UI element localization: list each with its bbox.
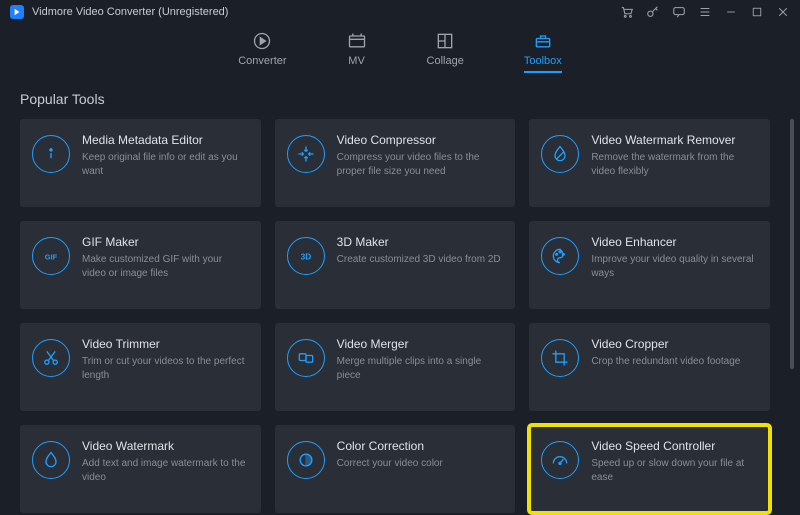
maximize-button[interactable] xyxy=(750,5,764,19)
svg-text:GIF: GIF xyxy=(45,252,58,261)
card-desc: Add text and image watermark to the vide… xyxy=(82,457,249,484)
close-button[interactable] xyxy=(776,5,790,19)
tool-card-color[interactable]: Color Correction Correct your video color xyxy=(275,425,516,513)
card-desc: Compress your video files to the proper … xyxy=(337,151,504,178)
scissors-icon xyxy=(32,339,70,377)
card-desc: Trim or cut your videos to the perfect l… xyxy=(82,355,249,382)
card-title: Video Watermark Remover xyxy=(591,133,758,147)
svg-text:3D: 3D xyxy=(300,251,311,261)
card-body: Video Enhancer Improve your video quality… xyxy=(591,235,758,280)
scrollbar-thumb[interactable] xyxy=(790,119,794,369)
card-desc: Keep original file info or edit as you w… xyxy=(82,151,249,178)
card-desc: Create customized 3D video from 2D xyxy=(337,253,504,267)
card-desc: Correct your video color xyxy=(337,457,504,471)
card-desc: Merge multiple clips into a single piece xyxy=(337,355,504,382)
card-desc: Speed up or slow down your file at ease xyxy=(591,457,758,484)
tool-card-compress[interactable]: Video Compressor Compress your video file… xyxy=(275,119,516,207)
tab-label: Toolbox xyxy=(524,55,562,67)
card-body: Video Trimmer Trim or cut your videos to … xyxy=(82,337,249,382)
tools-grid: Media Metadata Editor Keep original file … xyxy=(20,119,780,513)
gif-icon: GIF xyxy=(32,237,70,275)
tab-toolbox[interactable]: Toolbox xyxy=(524,31,562,73)
gauge-icon xyxy=(541,441,579,479)
crop-icon xyxy=(541,339,579,377)
tool-card-crop[interactable]: Video Cropper Crop the redundant video fo… xyxy=(529,323,770,411)
merge-icon xyxy=(287,339,325,377)
main-tabs: Converter MV Collage Toolbox xyxy=(0,24,800,79)
collage-tab-icon xyxy=(435,31,455,51)
content-area: Popular Tools Media Metadata Editor Keep … xyxy=(0,79,800,515)
window-controls xyxy=(620,5,790,19)
card-body: Video Cropper Crop the redundant video fo… xyxy=(591,337,758,369)
card-body: Video Watermark Remover Remove the waterm… xyxy=(591,133,758,178)
card-body: Media Metadata Editor Keep original file … xyxy=(82,133,249,178)
titlebar: Vidmore Video Converter (Unregistered) xyxy=(0,0,800,24)
tool-card-merge[interactable]: Video Merger Merge multiple clips into a … xyxy=(275,323,516,411)
tab-collage[interactable]: Collage xyxy=(427,31,464,73)
card-desc: Make customized GIF with your video or i… xyxy=(82,253,249,280)
tab-mv[interactable]: MV xyxy=(347,31,367,73)
converter-tab-icon xyxy=(252,31,272,51)
menu-icon[interactable] xyxy=(698,5,712,19)
card-title: Video Compressor xyxy=(337,133,504,147)
card-title: GIF Maker xyxy=(82,235,249,249)
card-body: Video Speed Controller Speed up or slow d… xyxy=(591,439,758,484)
card-body: GIF Maker Make customized GIF with your v… xyxy=(82,235,249,280)
card-title: Video Enhancer xyxy=(591,235,758,249)
tool-card-watermark[interactable]: Video Watermark Add text and image waterm… xyxy=(20,425,261,513)
tab-label: Collage xyxy=(427,55,464,67)
card-title: Video Cropper xyxy=(591,337,758,351)
tool-card-trim[interactable]: Video Trimmer Trim or cut your videos to … xyxy=(20,323,261,411)
tool-card-metadata[interactable]: Media Metadata Editor Keep original file … xyxy=(20,119,261,207)
app-title: Vidmore Video Converter (Unregistered) xyxy=(32,6,612,18)
card-title: Video Speed Controller xyxy=(591,439,758,453)
tab-label: MV xyxy=(348,55,365,67)
tool-card-speed[interactable]: Video Speed Controller Speed up or slow d… xyxy=(529,425,770,513)
3d-icon: 3D xyxy=(287,237,325,275)
tool-card-enhance[interactable]: Video Enhancer Improve your video quality… xyxy=(529,221,770,309)
erase-icon xyxy=(541,135,579,173)
cart-icon[interactable] xyxy=(620,5,634,19)
mv-tab-icon xyxy=(347,31,367,51)
tool-card-gif[interactable]: GIF GIF Maker Make customized GIF with you… xyxy=(20,221,261,309)
compress-icon xyxy=(287,135,325,173)
card-title: Video Watermark xyxy=(82,439,249,453)
drop-icon xyxy=(32,441,70,479)
card-title: 3D Maker xyxy=(337,235,504,249)
card-body: Video Merger Merge multiple clips into a … xyxy=(337,337,504,382)
card-title: Video Merger xyxy=(337,337,504,351)
tab-converter[interactable]: Converter xyxy=(238,31,286,73)
toolbox-tab-icon xyxy=(533,31,553,51)
palette-icon xyxy=(541,237,579,275)
card-body: Video Compressor Compress your video file… xyxy=(337,133,504,178)
card-title: Color Correction xyxy=(337,439,504,453)
card-desc: Remove the watermark from the video flex… xyxy=(591,151,758,178)
tab-label: Converter xyxy=(238,55,286,67)
info-icon xyxy=(32,135,70,173)
card-desc: Improve your video quality in several wa… xyxy=(591,253,758,280)
section-title: Popular Tools xyxy=(20,91,780,107)
card-body: Color Correction Correct your video color xyxy=(337,439,504,471)
card-title: Video Trimmer xyxy=(82,337,249,351)
key-icon[interactable] xyxy=(646,5,660,19)
card-body: Video Watermark Add text and image waterm… xyxy=(82,439,249,484)
tool-card-3d[interactable]: 3D 3D Maker Create customized 3D video fro… xyxy=(275,221,516,309)
tool-card-watermark-remove[interactable]: Video Watermark Remover Remove the waterm… xyxy=(529,119,770,207)
feedback-icon[interactable] xyxy=(672,5,686,19)
card-desc: Crop the redundant video footage xyxy=(591,355,758,369)
app-logo xyxy=(10,5,24,19)
color-icon xyxy=(287,441,325,479)
minimize-button[interactable] xyxy=(724,5,738,19)
card-body: 3D Maker Create customized 3D video from … xyxy=(337,235,504,267)
card-title: Media Metadata Editor xyxy=(82,133,249,147)
